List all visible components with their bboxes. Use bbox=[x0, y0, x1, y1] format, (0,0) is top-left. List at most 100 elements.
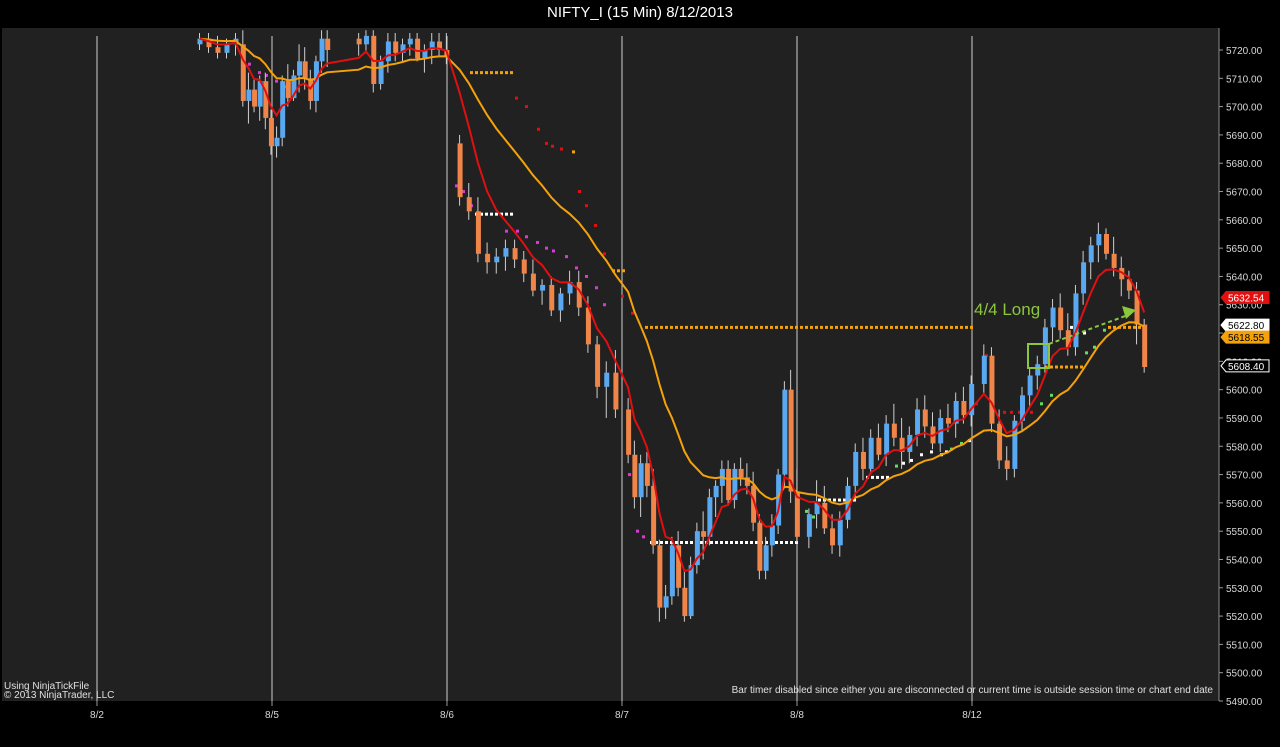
indicator-dot bbox=[551, 144, 554, 148]
candle-body bbox=[595, 344, 601, 387]
indicator-dot bbox=[833, 498, 836, 502]
indicator-dot bbox=[565, 255, 568, 259]
indicator-dot bbox=[455, 184, 458, 188]
candle-body bbox=[521, 259, 527, 274]
indicator-dot bbox=[490, 71, 493, 75]
indicator-dot bbox=[1003, 410, 1006, 414]
candle-body bbox=[915, 409, 921, 435]
indicator-dot bbox=[700, 540, 703, 544]
price-chart[interactable]: 4/4 Long 5490.00 5500.00 5510.00 5520.00 553… bbox=[0, 0, 1280, 747]
indicator-dot bbox=[710, 540, 713, 544]
indicator-dot bbox=[815, 325, 818, 329]
indicator-dot bbox=[690, 325, 693, 329]
indicator-dot bbox=[835, 325, 838, 329]
indicator-dot bbox=[730, 540, 733, 544]
indicator-dot bbox=[745, 540, 748, 544]
indicator-dot bbox=[745, 325, 748, 329]
y-tick-label: 5580.00 bbox=[1226, 442, 1263, 453]
indicator-dot bbox=[650, 325, 653, 329]
indicator-dot bbox=[516, 229, 519, 233]
candle-body bbox=[285, 81, 291, 99]
candle-body bbox=[224, 44, 230, 53]
candle-body bbox=[558, 293, 564, 311]
indicator-dot bbox=[720, 325, 723, 329]
indicator-dot bbox=[930, 450, 933, 454]
indicator-dot bbox=[770, 325, 773, 329]
indicator-dot bbox=[275, 79, 278, 83]
indicator-dot bbox=[715, 325, 718, 329]
indicator-dot bbox=[855, 325, 858, 329]
indicator-dot bbox=[715, 540, 718, 544]
indicator-dot bbox=[1070, 365, 1073, 369]
candle-body bbox=[325, 38, 331, 50]
y-tick-label: 5540.00 bbox=[1226, 555, 1263, 566]
indicator-dot bbox=[685, 325, 688, 329]
candle-body bbox=[252, 89, 258, 107]
indicator-dot bbox=[636, 529, 639, 533]
candle-body bbox=[657, 545, 663, 608]
indicator-dot bbox=[1138, 325, 1141, 329]
indicator-dot bbox=[545, 246, 548, 250]
indicator-dot bbox=[680, 540, 683, 544]
indicator-dot bbox=[515, 96, 518, 100]
indicator-dot bbox=[1050, 393, 1053, 397]
indicator-dot bbox=[603, 303, 606, 307]
indicator-dot bbox=[740, 540, 743, 544]
indicator-dot bbox=[905, 325, 908, 329]
indicator-dot bbox=[1050, 365, 1053, 369]
indicator-dot bbox=[560, 147, 563, 151]
indicator-dot bbox=[258, 71, 261, 75]
indicator-dot bbox=[660, 325, 663, 329]
indicator-dot bbox=[710, 325, 713, 329]
candle-body bbox=[830, 528, 836, 546]
indicator-dot bbox=[785, 540, 788, 544]
candle-body bbox=[246, 89, 252, 101]
indicator-dot bbox=[510, 212, 513, 216]
indicator-dot bbox=[1123, 325, 1126, 329]
indicator-dot bbox=[895, 325, 898, 329]
y-tick-label: 5650.00 bbox=[1226, 244, 1263, 255]
candle-body bbox=[837, 519, 843, 546]
candle-body bbox=[1050, 307, 1056, 328]
indicator-dot bbox=[945, 325, 948, 329]
indicator-dot bbox=[500, 71, 503, 75]
indicator-dot bbox=[902, 461, 905, 465]
candle-body bbox=[738, 468, 744, 478]
indicator-dot bbox=[910, 458, 913, 462]
y-tick-label: 5500.00 bbox=[1226, 669, 1263, 680]
y-tick-label: 5530.00 bbox=[1226, 584, 1263, 595]
indicator-dot bbox=[700, 325, 703, 329]
y-tick-label: 5600.00 bbox=[1226, 386, 1263, 397]
candle-body bbox=[945, 417, 951, 424]
price-marker-label: 5622.80 bbox=[1228, 321, 1265, 332]
indicator-dot bbox=[545, 141, 548, 145]
candle-body bbox=[663, 596, 669, 608]
indicator-dot bbox=[876, 475, 879, 479]
candle-body bbox=[626, 409, 632, 455]
indicator-dot bbox=[1075, 365, 1078, 369]
indicator-dot bbox=[760, 325, 763, 329]
indicator-dot bbox=[645, 325, 648, 329]
indicator-dot bbox=[838, 498, 841, 502]
candle-body bbox=[466, 197, 472, 212]
y-tick-label: 5520.00 bbox=[1226, 612, 1263, 623]
y-tick-label: 5690.00 bbox=[1226, 131, 1263, 142]
candle-body bbox=[274, 137, 280, 147]
candle-body bbox=[763, 545, 769, 571]
y-tick-label: 5570.00 bbox=[1226, 471, 1263, 482]
candle-body bbox=[961, 400, 967, 416]
candle-body bbox=[540, 284, 546, 291]
indicator-dot bbox=[930, 325, 933, 329]
candle-body bbox=[1027, 375, 1033, 396]
indicator-dot bbox=[617, 269, 620, 273]
indicator-dot bbox=[765, 325, 768, 329]
indicator-dot bbox=[495, 212, 498, 216]
indicator-dot bbox=[655, 325, 658, 329]
candle-body bbox=[393, 41, 399, 53]
candle-body bbox=[1058, 307, 1064, 331]
indicator-dot bbox=[800, 325, 803, 329]
candle-body bbox=[215, 47, 221, 53]
candle-body bbox=[240, 44, 246, 101]
y-tick-label: 5670.00 bbox=[1226, 188, 1263, 199]
indicator-dot bbox=[830, 325, 833, 329]
